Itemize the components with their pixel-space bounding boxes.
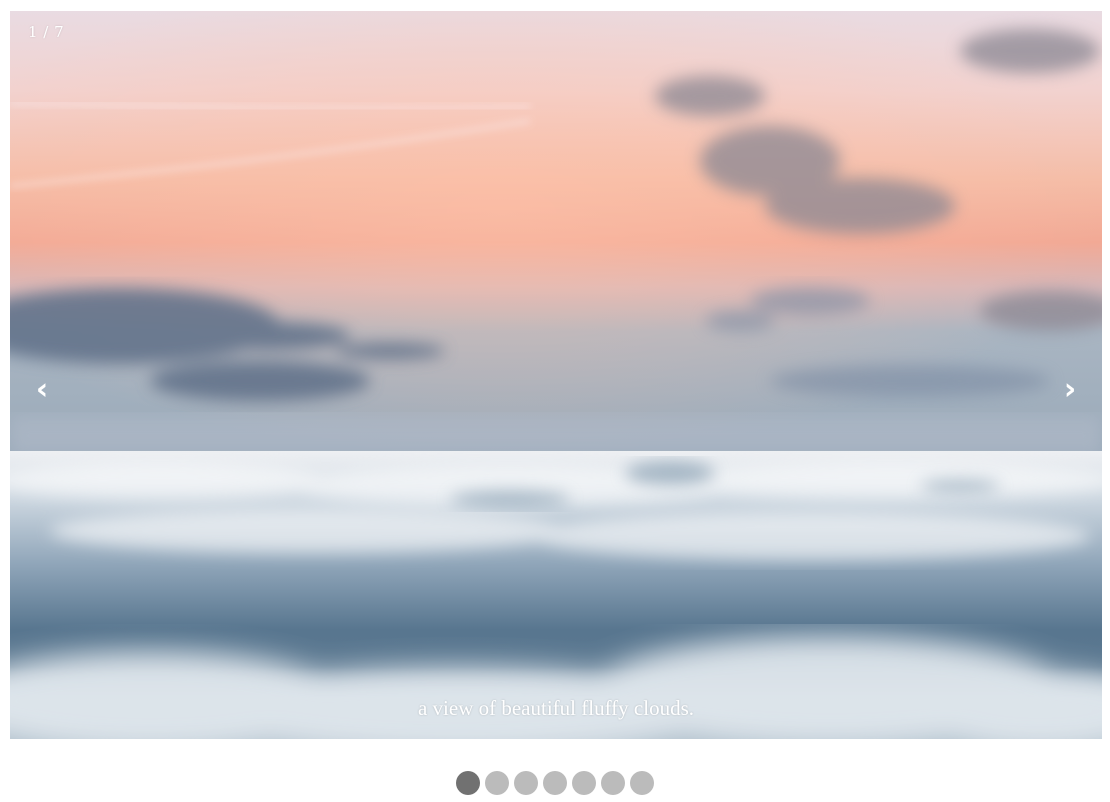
slide-dot-3[interactable] [514,771,538,795]
slide-image [10,11,1102,739]
slide-dot-7[interactable] [630,771,654,795]
slide-caption: a view of beautiful fluffy clouds. [417,696,695,720]
next-slide-button[interactable]: › [1050,367,1090,411]
slide-counter: 1 / 7 [28,23,65,41]
clouds-sunset-image [10,11,1102,739]
slide-dot-1[interactable] [456,771,480,795]
prev-slide-button[interactable]: ‹ [22,367,62,411]
slide-dot-2[interactable] [485,771,509,795]
slide-dot-4[interactable] [543,771,567,795]
chevron-left-icon: ‹ [35,371,49,407]
slide-dots [0,771,1110,795]
slide-dot-6[interactable] [601,771,625,795]
slideshow-container: 1 / 7 ‹ › a view of beautiful fluffy clo… [10,11,1102,739]
chevron-right-icon: › [1063,371,1077,407]
slide-dot-5[interactable] [572,771,596,795]
